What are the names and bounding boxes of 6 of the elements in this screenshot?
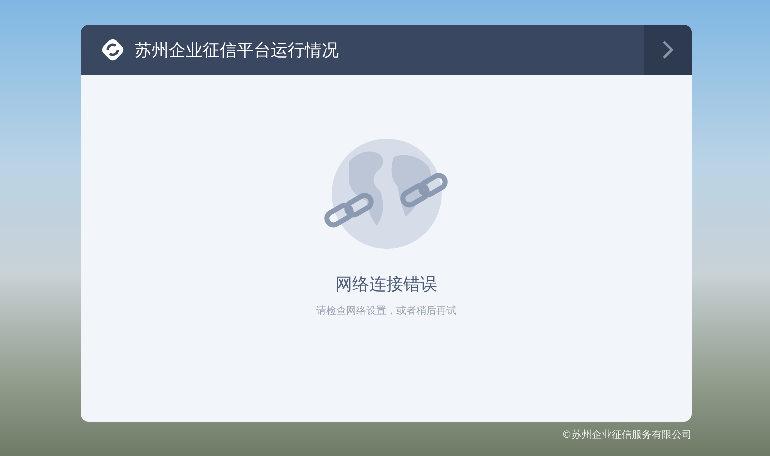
header-title: 苏州企业征信平台运行情况 (135, 40, 340, 62)
next-button[interactable] (644, 25, 692, 75)
copyright-text: ©苏州企业征信服务有限公司 (562, 428, 692, 442)
error-title: 网络连接错误 (336, 274, 438, 296)
error-message: 请检查网络设置，或者稍后再试 (316, 304, 456, 318)
chevron-right-icon (662, 40, 674, 60)
